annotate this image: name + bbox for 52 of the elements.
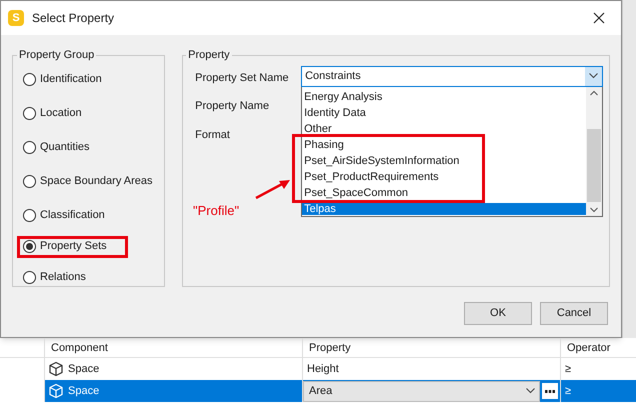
list-item[interactable]: Other <box>302 122 586 134</box>
radio-label: Quantities <box>40 140 90 156</box>
dialog-button[interactable]: Cancel <box>540 302 608 325</box>
list-item[interactable]: Energy Analysis <box>302 90 586 102</box>
radio-label: Relations <box>40 270 86 286</box>
radio-label: Location <box>40 106 82 122</box>
column-header: Property <box>308 340 351 356</box>
list-item[interactable]: Pset_ProductRequirements <box>302 170 586 182</box>
group-title: Property <box>187 48 231 63</box>
list-item[interactable]: Telpas <box>302 202 586 214</box>
annotation-arrow <box>254 178 292 200</box>
list-item[interactable]: Pset_SpaceCommon <box>302 186 586 198</box>
dialog-button[interactable]: OK <box>464 302 532 325</box>
radio-button[interactable] <box>23 240 36 253</box>
radio-button[interactable] <box>23 175 36 188</box>
table-row[interactable]: Space Area ≥ <box>44 380 636 402</box>
table-cell-text: ≥ <box>565 362 572 377</box>
radio-button[interactable] <box>23 209 36 222</box>
radio-label: Property Sets <box>40 239 107 254</box>
chevron-down-icon <box>526 388 535 394</box>
property-dropdown[interactable]: Area <box>303 380 540 402</box>
column-header: Operator <box>566 340 610 356</box>
field-label: Property Name <box>195 99 270 114</box>
radio-button[interactable] <box>23 271 36 284</box>
chevron-down-icon <box>589 73 598 79</box>
close-icon <box>593 12 605 24</box>
scrollbar-thumb[interactable] <box>587 128 602 202</box>
list-item[interactable]: Phasing <box>302 138 586 150</box>
table-cell-text: ≥ <box>565 384 572 399</box>
list-item[interactable]: Identity Data <box>302 106 586 118</box>
cube-icon <box>48 383 64 399</box>
field-label: Property Set Name <box>195 70 290 86</box>
app-icon: S <box>8 10 24 26</box>
more-button[interactable] <box>541 382 559 400</box>
table-cell-text: Space <box>68 362 100 377</box>
list-item[interactable]: Pset_AirSideSystemInformation <box>302 154 586 166</box>
table-cell-text: Space <box>68 384 100 399</box>
table-cell-text: Height <box>306 362 339 377</box>
field-label: Format <box>195 128 231 142</box>
radio-label: Classification <box>40 208 105 224</box>
radio-button[interactable] <box>23 73 36 86</box>
cube-icon <box>48 361 64 377</box>
column-header: Component <box>50 340 108 356</box>
window-title: Select Property <box>32 10 114 27</box>
radio-label: Space Boundary Areas <box>40 174 153 190</box>
annotation-text: "Profile" <box>193 202 240 220</box>
radio-button[interactable] <box>23 107 36 120</box>
group-title: Property Group <box>18 48 96 63</box>
property-set-dropdown[interactable]: Constraints <box>301 66 604 86</box>
radio-label: Identification <box>40 72 102 88</box>
ellipsis-icon <box>545 390 555 392</box>
radio-button[interactable] <box>23 141 36 154</box>
